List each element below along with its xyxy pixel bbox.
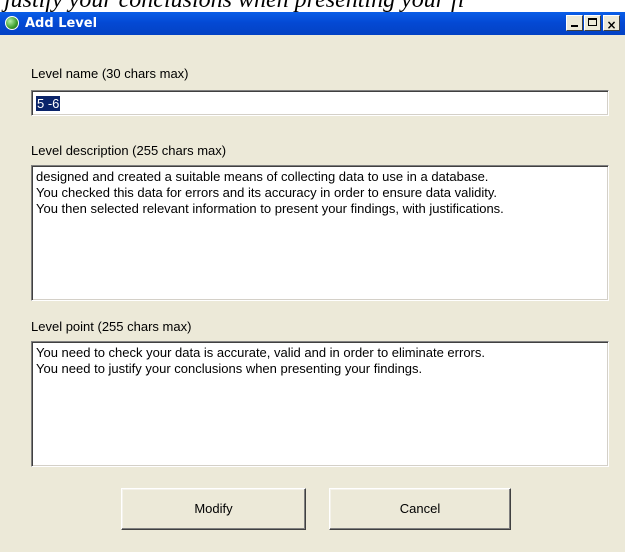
level-description-textarea[interactable]: designed and created a suitable means of… — [31, 165, 609, 301]
level-description-label: Level description (255 chars max) — [31, 143, 227, 158]
title-bar[interactable]: Add Level × — [0, 12, 625, 35]
level-name-input[interactable]: 5 -6 — [31, 90, 609, 116]
level-point-textarea[interactable]: You need to check your data is accurate,… — [31, 341, 609, 467]
app-icon — [5, 16, 19, 30]
level-name-value: 5 -6 — [36, 96, 61, 111]
modify-button[interactable]: Modify — [121, 488, 306, 530]
maximize-button[interactable] — [584, 15, 601, 31]
cancel-button[interactable]: Cancel — [329, 488, 511, 530]
close-icon: × — [606, 18, 617, 32]
add-level-dialog: Add Level × Level name (30 chars max) 5 … — [0, 12, 625, 552]
window-title: Add Level — [25, 16, 98, 31]
minimize-button[interactable] — [566, 15, 583, 31]
level-point-label: Level point (255 chars max) — [31, 319, 192, 334]
close-button[interactable]: × — [603, 15, 620, 32]
level-name-label: Level name (30 chars max) — [31, 66, 189, 81]
